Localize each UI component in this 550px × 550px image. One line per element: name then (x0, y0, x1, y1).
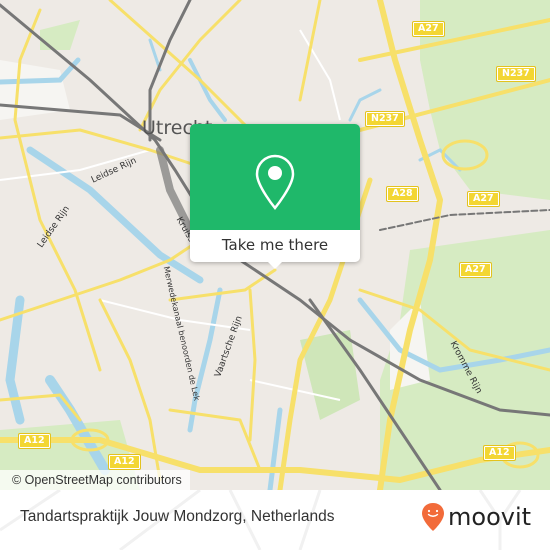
location-popup: Take me there (190, 124, 360, 269)
road-shield-a12: A12 (108, 454, 141, 470)
map-view[interactable]: Utrecht Leidse Rijn Leidse Rijn Kruisstr… (0, 0, 550, 490)
moovit-logo[interactable]: moovit (421, 502, 531, 532)
road-shield-n237: N237 (496, 66, 536, 82)
map-attribution[interactable]: © OpenStreetMap contributors (0, 470, 190, 490)
moovit-pin-icon (422, 503, 444, 531)
take-me-there-button[interactable]: Take me there (190, 230, 360, 262)
map-pin-icon (255, 154, 295, 210)
road-shield-a27: A27 (412, 21, 445, 37)
road-shield-a27: A27 (467, 191, 500, 207)
footer: Tandartspraktijk Jouw Mondzorg, Netherla… (0, 490, 550, 550)
road-shield-n237: N237 (365, 111, 405, 127)
road-shield-a12: A12 (18, 433, 51, 449)
road-shield-a12: A12 (483, 445, 516, 461)
popup-pointer (267, 261, 283, 269)
road-shield-a27: A27 (459, 262, 492, 278)
popup-header (190, 124, 360, 230)
place-name: Tandartspraktijk Jouw Mondzorg, Netherla… (20, 508, 335, 525)
moovit-wordmark: moovit (448, 503, 532, 531)
road-shield-a28: A28 (386, 186, 419, 202)
